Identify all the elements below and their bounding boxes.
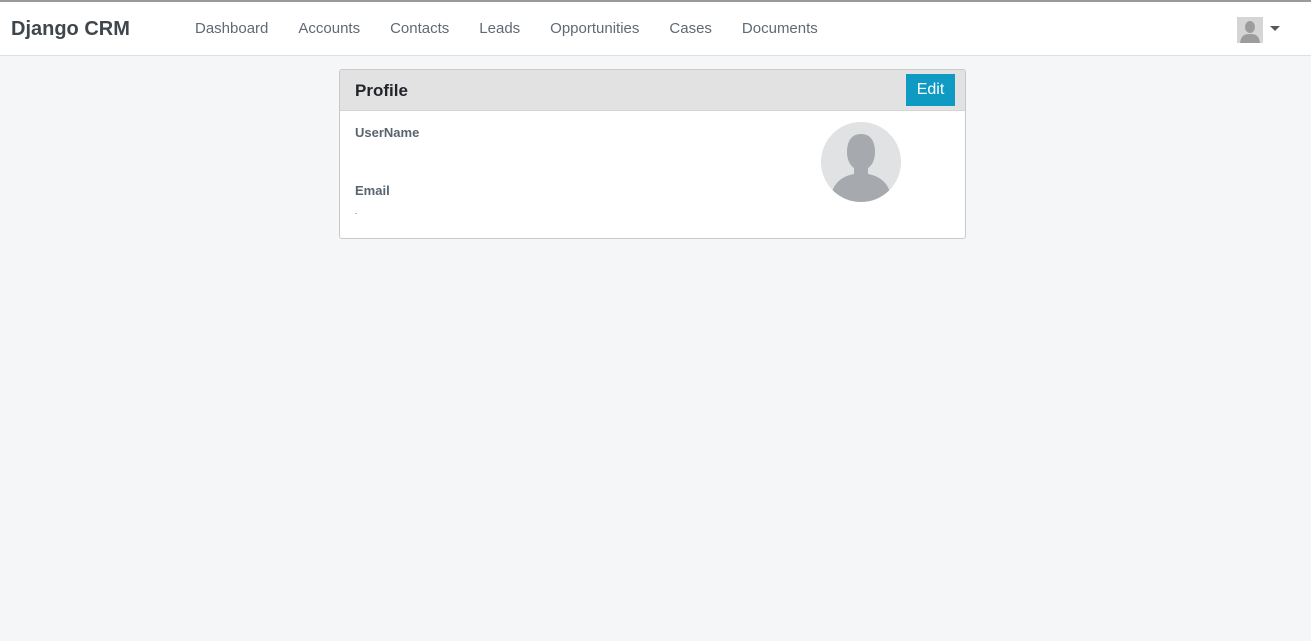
nav-cases[interactable]: Cases (654, 2, 727, 56)
nav-accounts[interactable]: Accounts (283, 2, 375, 56)
profile-avatar (821, 122, 901, 202)
nav-opportunities[interactable]: Opportunities (535, 2, 654, 56)
profile-title: Profile (355, 81, 408, 100)
username-label: UserName (355, 125, 420, 140)
nav-contacts[interactable]: Contacts (375, 2, 464, 56)
email-label: Email (355, 183, 390, 198)
edit-button[interactable]: Edit (906, 74, 955, 106)
top-navbar: Django CRM Dashboard Accounts Contacts L… (0, 0, 1311, 56)
user-silhouette-icon (821, 122, 901, 202)
nav-documents[interactable]: Documents (727, 2, 833, 56)
nav-leads[interactable]: Leads (464, 2, 535, 56)
email-value: . (355, 207, 358, 216)
nav-dashboard[interactable]: Dashboard (180, 2, 283, 56)
caret-down-icon (1270, 25, 1280, 31)
main-nav: Dashboard Accounts Contacts Leads Opport… (180, 2, 833, 56)
user-menu-toggle[interactable] (1237, 16, 1281, 44)
profile-card-header: Profile Edit (340, 70, 965, 111)
brand-link[interactable]: Django CRM (11, 18, 130, 41)
profile-card: Profile Edit UserName Email . (339, 69, 966, 239)
user-silhouette-icon (1237, 17, 1263, 43)
